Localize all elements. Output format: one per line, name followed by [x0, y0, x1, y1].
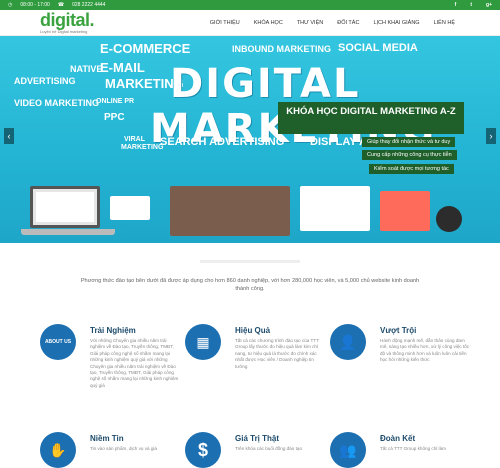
hero-word: SOCIAL MEDIA — [338, 42, 418, 54]
phone-icon: ☎ — [57, 2, 65, 8]
promo-item: Kiểm soát được mọi tương tác — [369, 164, 454, 174]
laptop-illustration — [21, 186, 115, 235]
logo[interactable]: digital. Luyện hệ Digital marketing — [40, 10, 95, 34]
hours-text: 08:00 - 17:00 — [20, 2, 50, 8]
about-us-icon: ABOUT US — [40, 324, 76, 360]
clock-icon: ◷ — [8, 2, 13, 8]
cup-illustration — [436, 206, 462, 232]
feature-text: Tin vào sản phẩm, dịch vụ và giá — [90, 446, 157, 451]
hero-word: VIDEO MARKETING — [14, 98, 100, 108]
hero-slider: E-COMMERCE INBOUND MARKETING SOCIAL MEDI… — [0, 36, 500, 243]
nav-item-about[interactable]: GIỚI THIỆU — [203, 20, 247, 26]
promo-item: Giúp thay đổi nhận thức và tư duy — [362, 137, 456, 147]
feature-title: Vượt Trội — [380, 326, 417, 335]
feature-title: Niềm Tin — [90, 434, 124, 443]
promo-item: Cung cấp những công cụ thực tiễn — [362, 150, 457, 160]
feature-text: Với những Chuyên gia nhiều năm trải nghi… — [90, 338, 179, 388]
facebook-icon[interactable]: f — [455, 2, 457, 8]
dollar-icon: $ — [185, 432, 221, 468]
promo-title: KHÓA HỌC DIGITAL MARKETING A-Z — [278, 102, 464, 134]
hero-word: ONLINE PR — [96, 98, 135, 105]
slider-prev-button[interactable]: ‹ — [4, 128, 14, 144]
slider-next-button[interactable]: › — [486, 128, 496, 144]
building-icon: ▦ — [185, 324, 221, 360]
hero-word: E-MAIL — [100, 60, 145, 75]
feature-text: Tất cả các chương trình đào tạo của TTT … — [235, 338, 319, 369]
feature-title: Trải Nghiệm — [90, 326, 136, 335]
box-illustration — [380, 191, 430, 231]
site-header: digital. Luyện hệ Digital marketing GIỚI… — [0, 10, 500, 36]
hero-word: ADVERTISING — [14, 76, 76, 86]
intro-text: Phương thức đào tạo bên dưới đã được áp … — [80, 278, 420, 292]
hero-word: SEARCH ADVERTISING — [160, 136, 285, 148]
feature-title: Giá Trị Thật — [235, 434, 280, 443]
team-icon: 👥 — [330, 432, 366, 468]
logo-text: digital. — [40, 10, 95, 30]
nav-item-schedule[interactable]: LỊCH KHAI GIẢNG — [366, 20, 426, 26]
hero-word: E-COMMERCE — [100, 41, 191, 56]
hero-word: PPC — [104, 112, 125, 123]
hero-word: NATIVE — [70, 64, 103, 74]
feature-text: Tất cả TTT Group không chỉ làm — [380, 446, 446, 451]
hand-icon: ✋ — [40, 432, 76, 468]
main-nav: GIỚI THIỆU KHÓA HỌC THƯ VIỆN ĐỐI TÁC LỊC… — [203, 20, 462, 26]
user-icon: 👤 — [330, 324, 366, 360]
logo-tagline: Luyện hệ Digital marketing — [40, 29, 88, 34]
nav-item-courses[interactable]: KHÓA HỌC — [247, 20, 290, 26]
nav-item-partners[interactable]: ĐỐI TÁC — [330, 20, 366, 26]
section-divider — [200, 260, 300, 263]
feature-text: Trên khóa các buổi đồng đào tạo — [235, 446, 302, 451]
phone-text[interactable]: 028 2222 4444 — [72, 2, 105, 8]
nav-item-contact[interactable]: LIÊN HỆ — [427, 20, 462, 26]
hero-word: INBOUND MARKETING — [232, 44, 331, 54]
feature-title: Hiệu Quả — [235, 326, 271, 335]
twitter-icon[interactable]: t — [470, 2, 472, 8]
nav-item-library[interactable]: THƯ VIỆN — [290, 20, 330, 26]
desk-illustration — [170, 186, 290, 236]
top-bar: ◷ 08:00 - 17:00 ☎ 028 2222 4444 f t g+ — [0, 0, 500, 10]
hero-headline-digital: DIGITAL — [170, 61, 361, 107]
hero-word: VIRAL — [124, 136, 145, 143]
hero-word: MARKETING — [121, 144, 164, 151]
feature-title: Đoàn Kết — [380, 434, 416, 443]
envelope-illustration — [110, 196, 150, 220]
screen-illustration — [300, 186, 370, 231]
feature-text: Hành động mạnh mẽ, dẫn thân cùng đam mê,… — [380, 338, 470, 363]
google-plus-icon[interactable]: g+ — [486, 2, 492, 8]
